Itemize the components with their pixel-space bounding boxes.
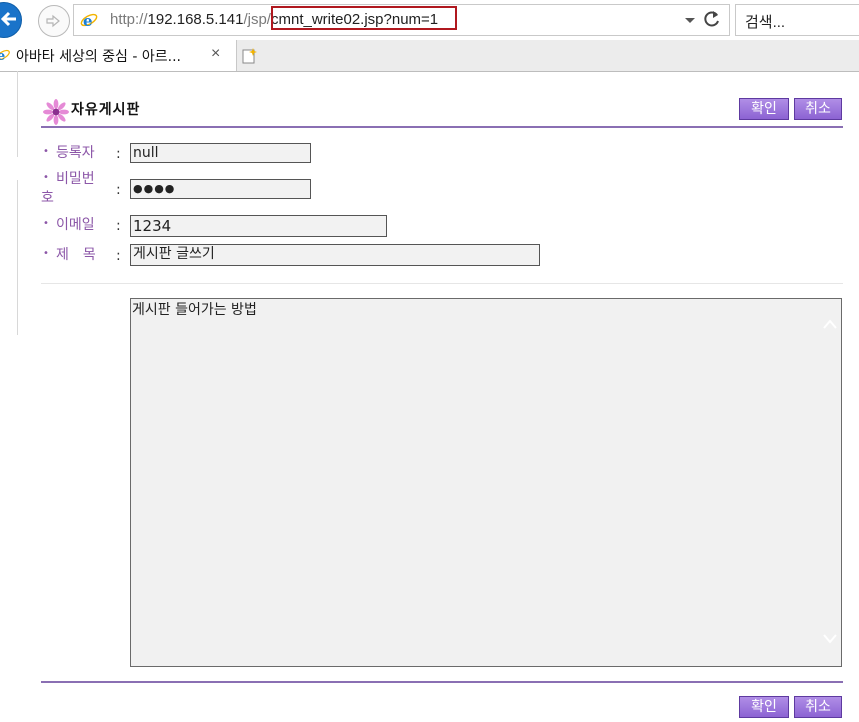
chevron-down-icon[interactable] [685,18,695,23]
colon: : [116,218,121,234]
bullet: • [43,248,49,259]
refresh-icon[interactable] [702,9,722,29]
search-box[interactable]: 검색... [735,4,859,36]
cancel-button[interactable]: 취소 [794,98,842,120]
url-path: /jsp/ [243,11,271,28]
tab-close-icon[interactable]: × [211,45,220,63]
search-input[interactable]: 검색... [745,11,785,32]
divider [41,283,843,284]
confirm-button-bottom[interactable]: 확인 [739,696,789,718]
author-label: 등록자 [56,145,95,161]
page-title: 자유게시판 [71,102,141,118]
left-frame-border [17,71,18,157]
cancel-button-bottom[interactable]: 취소 [794,696,842,718]
forward-arrow-icon [46,14,60,28]
content-text: 게시판 들어가는 방법 [132,302,257,318]
left-frame-border [17,180,18,335]
ie-tab-icon: e [0,49,10,63]
forward-button[interactable] [38,5,70,37]
board-header: 자유게시판 [41,94,843,128]
password-label-wrap: 호 [41,190,54,206]
colon: : [116,248,121,264]
subject-field[interactable]: 게시판 글쓰기 [130,244,540,266]
ie-icon: e [80,12,98,29]
back-button[interactable] [0,2,22,38]
confirm-button[interactable]: 확인 [739,98,789,120]
url-input[interactable]: e http://192.168.5.141/jsp/cmnt_write02.… [73,4,730,36]
scrollbar[interactable] [819,299,841,666]
address-bar: e http://192.168.5.141/jsp/cmnt_write02.… [0,0,859,40]
back-arrow-icon [0,11,16,27]
password-label: 비밀번 [56,171,95,187]
bullet: • [43,172,49,183]
flower-icon [43,99,69,125]
tab-title: 아바타 세상의 중심 - 아르... [16,49,182,65]
svg-text:e: e [83,12,93,29]
author-field[interactable]: null [130,143,311,163]
content-textarea[interactable]: 게시판 들어가는 방법 [130,298,842,667]
url-prefix: http:// [110,11,148,28]
url-host: 192.168.5.141 [147,11,244,28]
colon: : [116,146,121,162]
tab-bar: e 아바타 세상의 중심 - 아르... × [0,40,859,72]
bullet: • [43,218,49,229]
email-field[interactable]: 1234 [130,215,387,237]
svg-text:e: e [0,49,5,63]
password-field[interactable]: ●●●● [130,179,311,199]
colon: : [116,182,121,198]
new-tab-icon[interactable] [240,47,258,65]
subject-label: 제 목 [56,247,96,263]
footer-divider [41,681,843,683]
tab-active[interactable]: e 아바타 세상의 중심 - 아르... × [0,40,237,71]
bullet: • [43,146,49,157]
chevron-down-icon[interactable] [823,634,837,644]
email-label: 이메일 [56,217,95,233]
chevron-up-icon[interactable] [823,319,837,329]
url-highlight-box [271,6,457,30]
